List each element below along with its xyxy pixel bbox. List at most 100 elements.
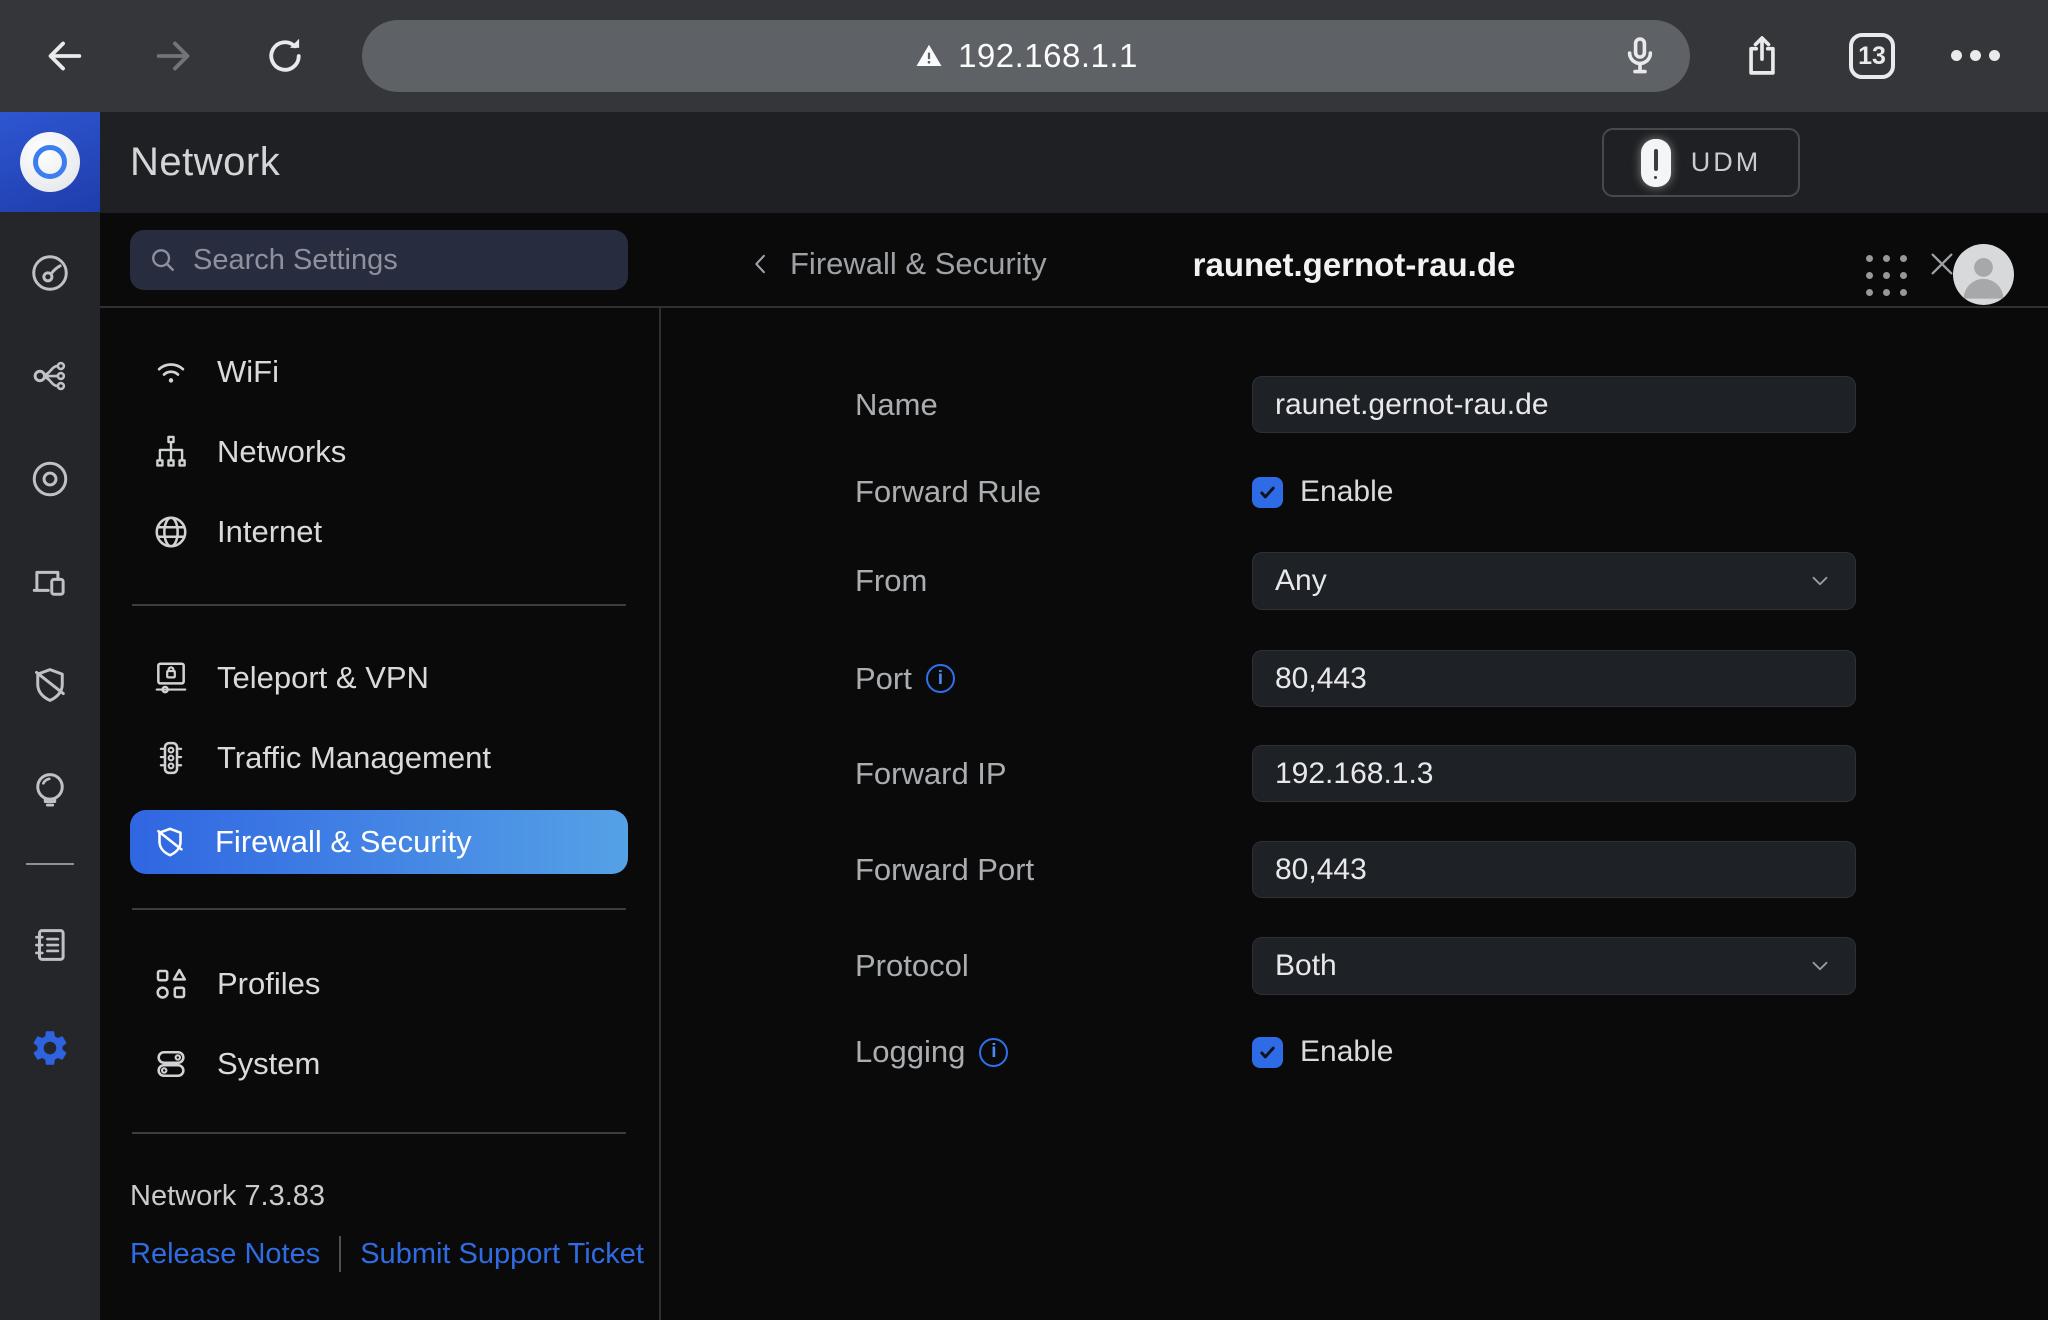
unifi-logo: [20, 132, 80, 192]
form-row-forward-ip: Forward IP: [855, 745, 1856, 802]
journal-icon: [29, 924, 71, 966]
browser-share-button[interactable]: [1738, 32, 1786, 80]
rail-item-topology[interactable]: [29, 355, 71, 397]
name-input[interactable]: [1252, 376, 1856, 433]
checkmark-icon: [1257, 1042, 1278, 1063]
forward-ip-input[interactable]: [1252, 745, 1856, 802]
field-label: Forward Port: [855, 852, 1252, 888]
rail-item-settings[interactable]: [29, 1027, 71, 1069]
app-version: Network 7.3.83: [130, 1180, 325, 1213]
nav-footer-divider: [132, 1132, 626, 1134]
rail-item-devices[interactable]: [29, 458, 71, 500]
from-select[interactable]: Any: [1252, 552, 1856, 610]
field-label: Port i: [855, 661, 1252, 697]
nav-label: Profiles: [217, 966, 320, 1002]
info-icon[interactable]: i: [926, 664, 955, 693]
rail-item-security[interactable]: [29, 664, 71, 706]
protocol-select[interactable]: Both: [1252, 937, 1856, 995]
tab-switcher-button[interactable]: 13: [1849, 33, 1895, 79]
selected-value: Any: [1275, 564, 1327, 598]
search-placeholder: Search Settings: [193, 244, 398, 277]
selected-value: Both: [1275, 949, 1337, 983]
browser-forward-button[interactable]: [150, 32, 198, 80]
wifi-icon: [152, 353, 190, 391]
nav-item-profiles[interactable]: Profiles: [130, 944, 628, 1024]
profiles-shapes-icon: [152, 965, 190, 1003]
topology-icon: [29, 355, 71, 397]
forward-rule-checkbox[interactable]: [1252, 477, 1283, 508]
nav-item-system[interactable]: System: [130, 1024, 628, 1104]
udm-device-icon: [1641, 139, 1671, 187]
browser-back-button[interactable]: [40, 32, 88, 80]
shield-slash-icon: [29, 664, 71, 706]
microphone-icon: [1616, 32, 1664, 80]
nav-label: Firewall & Security: [215, 824, 472, 860]
share-icon: [1739, 33, 1785, 79]
field-label-text: Port: [855, 661, 912, 697]
submit-support-ticket-link[interactable]: Submit Support Ticket: [360, 1238, 644, 1271]
form-row-forward-rule: Forward Rule Enable: [855, 463, 1856, 521]
tab-count: 13: [1858, 42, 1886, 71]
nav-item-teleport-vpn[interactable]: Teleport & VPN: [130, 638, 628, 718]
port-input[interactable]: [1252, 650, 1856, 707]
vertical-divider: [659, 308, 661, 1320]
nav-label: System: [217, 1046, 320, 1082]
nav-label: WiFi: [217, 354, 279, 390]
rail-item-clients[interactable]: [29, 561, 71, 603]
form-row-from: From Any: [855, 552, 1856, 610]
info-icon[interactable]: i: [979, 1038, 1008, 1067]
console-badge[interactable]: UDM: [1602, 128, 1800, 197]
system-toggles-icon: [152, 1045, 190, 1083]
field-label: Logging i: [855, 1034, 1252, 1070]
horizontal-divider: [100, 306, 2048, 308]
field-label: Forward Rule: [855, 474, 1252, 510]
clients-icon: [29, 561, 71, 603]
rail-item-dashboard[interactable]: [29, 252, 71, 294]
forward-port-input[interactable]: [1252, 841, 1856, 898]
nav-label: Teleport & VPN: [217, 660, 429, 696]
checkmark-icon: [1257, 482, 1278, 503]
checkbox-label: Enable: [1300, 475, 1393, 509]
traffic-light-icon: [152, 739, 190, 777]
dashboard-icon: [29, 252, 71, 294]
close-button[interactable]: [1918, 240, 1966, 288]
release-notes-link[interactable]: Release Notes: [130, 1238, 320, 1271]
firewall-shield-icon: [152, 824, 188, 860]
nav-item-firewall-security[interactable]: Firewall & Security: [130, 810, 628, 874]
browser-menu-button[interactable]: [1951, 50, 2000, 61]
field-label: Forward IP: [855, 756, 1252, 792]
search-input[interactable]: Search Settings: [130, 230, 628, 290]
logging-checkbox[interactable]: [1252, 1037, 1283, 1068]
close-icon: [1926, 248, 1958, 280]
nav-item-wifi[interactable]: WiFi: [130, 332, 628, 412]
nav-item-traffic-management[interactable]: Traffic Management: [130, 718, 628, 798]
page-title: Network: [130, 112, 280, 213]
nav-label: Traffic Management: [217, 740, 491, 776]
rail-divider: [26, 863, 74, 865]
insights-bulb-icon: [29, 769, 71, 811]
field-label: Name: [855, 387, 1252, 423]
voice-search-button[interactable]: [1616, 32, 1664, 80]
unifi-network-settings-screen: 192.168.1.1 13 Network UDM: [0, 0, 2048, 1320]
gear-icon: [29, 1027, 71, 1069]
form-row-port: Port i: [855, 650, 1856, 707]
unifi-logo-tile[interactable]: [0, 112, 100, 212]
form-row-forward-port: Forward Port: [855, 841, 1856, 898]
nav-item-networks[interactable]: Networks: [130, 412, 628, 492]
browser-toolbar: 192.168.1.1 13: [0, 0, 2048, 112]
reload-icon: [263, 34, 307, 78]
not-secure-warning-icon: [914, 41, 944, 71]
console-name: UDM: [1691, 147, 1762, 178]
nav-group-divider: [132, 604, 626, 606]
rail-item-system-log[interactable]: [29, 924, 71, 966]
browser-reload-button[interactable]: [261, 32, 309, 80]
rail-item-insights[interactable]: [29, 769, 71, 811]
checkbox-label: Enable: [1300, 1035, 1393, 1069]
footer-links: Release Notes Submit Support Ticket: [130, 1236, 644, 1272]
form-row-name: Name: [855, 376, 1856, 433]
nav-item-internet[interactable]: Internet: [130, 492, 628, 572]
address-bar[interactable]: 192.168.1.1: [362, 20, 1690, 92]
link-separator: [339, 1236, 341, 1272]
field-label: Protocol: [855, 948, 1252, 984]
url-text: 192.168.1.1: [958, 37, 1138, 75]
